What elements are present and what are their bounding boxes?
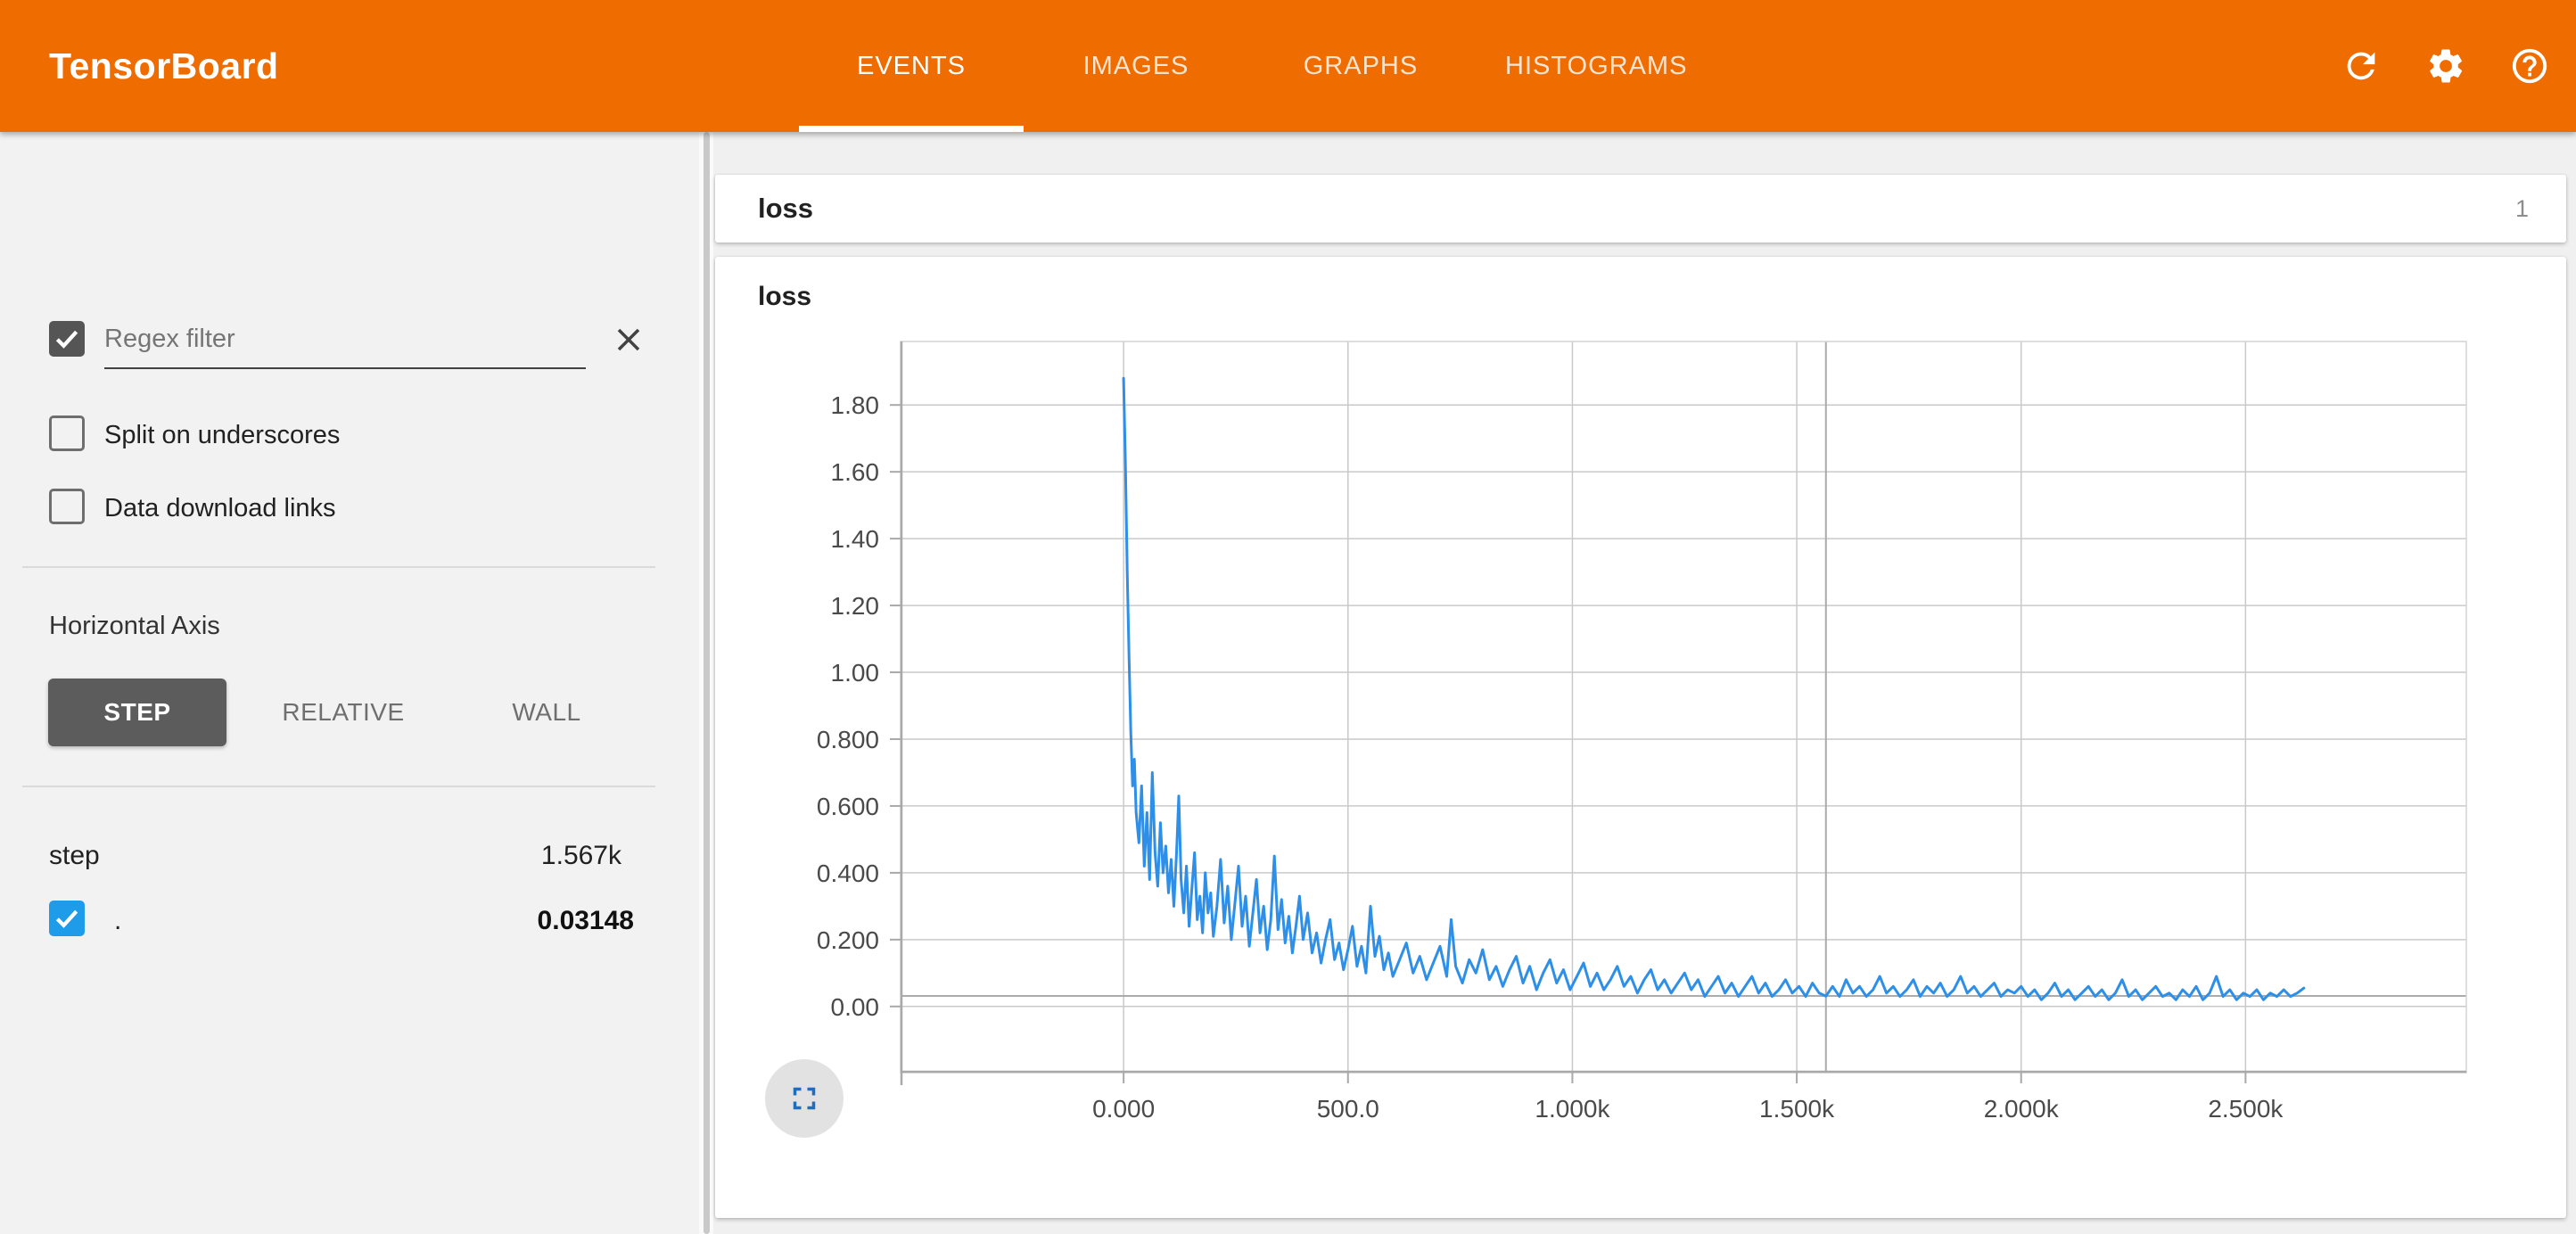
fullscreen-icon (786, 1080, 823, 1117)
y-axis-tick-label: 0.400 (817, 860, 879, 887)
tooltip-step-value: 1.567k (541, 841, 621, 871)
checkmark-icon (52, 903, 82, 934)
tab-bar: EVENTS IMAGES GRAPHS HISTOGRAMS (799, 0, 1719, 132)
x-axis-tick-label: 1.000k (1535, 1095, 1610, 1123)
y-axis-tick-label: 0.600 (817, 793, 879, 820)
y-axis-tick-label: 1.00 (831, 659, 880, 687)
category-chart-count: 1 (2515, 195, 2529, 223)
clear-regex-icon[interactable] (612, 323, 646, 357)
app-title: TensorBoard (49, 0, 279, 132)
regex-filter-input[interactable] (104, 310, 586, 369)
regex-filter-checkbox[interactable] (49, 321, 85, 357)
split-underscores-label: Split on underscores (104, 421, 340, 450)
help-icon[interactable] (2509, 45, 2550, 86)
split-underscores-checkbox[interactable] (49, 415, 85, 451)
run-checkbox[interactable] (49, 901, 85, 936)
tab-events-label: EVENTS (857, 52, 966, 81)
tab-histograms-label: HISTOGRAMS (1505, 52, 1687, 81)
plot-border (901, 341, 2466, 1073)
tab-graphs-label: GRAPHS (1304, 52, 1418, 81)
axis-option-step[interactable]: STEP (48, 679, 226, 746)
y-axis-tick-label: 1.60 (831, 458, 880, 486)
x-axis-tick-label: 0.000 (1092, 1095, 1155, 1123)
axis-option-relative[interactable]: RELATIVE (267, 679, 419, 746)
x-axis-tick-label: 500.0 (1317, 1095, 1379, 1123)
tab-images[interactable]: IMAGES (1024, 0, 1248, 132)
data-download-links-checkbox[interactable] (49, 489, 85, 524)
tooltip-run-value: 0.03148 (538, 906, 634, 936)
y-axis-tick-label: 1.80 (831, 391, 880, 419)
data-download-links-label: Data download links (104, 494, 336, 523)
checkmark-icon (52, 324, 82, 354)
loss-chart-plot[interactable]: 0.000.2000.4000.6000.8001.001.201.401.60… (901, 341, 2466, 1073)
tab-histograms[interactable]: HISTOGRAMS (1473, 0, 1719, 132)
y-axis-tick-label: 0.00 (831, 993, 880, 1021)
tooltip-step-label: step (49, 841, 100, 871)
y-axis-tick-label: 0.200 (817, 926, 879, 954)
sidebar-scrollbar-thumb[interactable] (704, 132, 710, 1234)
loss-chart-card: loss 0.000.2000.4000.6000.8001.001.201.4… (715, 257, 2566, 1218)
y-axis-tick-label: 1.20 (831, 592, 880, 620)
x-axis-tick-label: 2.500k (2208, 1095, 2284, 1123)
axis-option-wall[interactable]: WALL (471, 679, 622, 746)
axis-option-step-label: STEP (103, 698, 170, 727)
app-header: TensorBoard EVENTS IMAGES GRAPHS HISTOGR… (0, 0, 2576, 132)
settings-gear-icon[interactable] (2425, 45, 2466, 86)
x-axis-tick-label: 1.500k (1759, 1095, 1835, 1123)
axis-option-relative-label: RELATIVE (282, 698, 404, 727)
tensorboard-app: { "header": { "title": "TensorBoard", "t… (0, 0, 2576, 1234)
tab-graphs[interactable]: GRAPHS (1248, 0, 1473, 132)
tab-events[interactable]: EVENTS (799, 0, 1024, 132)
run-name-label: . (114, 906, 121, 936)
category-title: loss (758, 193, 813, 225)
axis-option-wall-label: WALL (512, 698, 580, 727)
chart-title: loss (758, 282, 811, 312)
sidebar-divider (22, 786, 655, 787)
category-header-loss[interactable]: loss 1 (715, 175, 2566, 243)
sidebar-scrollbar-track[interactable] (699, 132, 713, 1234)
y-axis-tick-label: 0.800 (817, 726, 879, 753)
sidebar: Split on underscores Data download links… (0, 132, 713, 1234)
refresh-icon[interactable] (2341, 45, 2382, 86)
sidebar-divider (22, 566, 655, 568)
main-content: loss 1 loss 0.000.2000.4000.6000.8001.00… (713, 132, 2576, 1234)
x-axis-tick-label: 2.000k (1984, 1095, 2060, 1123)
tab-images-label: IMAGES (1083, 52, 1189, 81)
y-axis-tick-label: 1.40 (831, 525, 880, 553)
expand-chart-button[interactable] (765, 1059, 844, 1138)
horizontal-axis-heading: Horizontal Axis (49, 612, 220, 641)
